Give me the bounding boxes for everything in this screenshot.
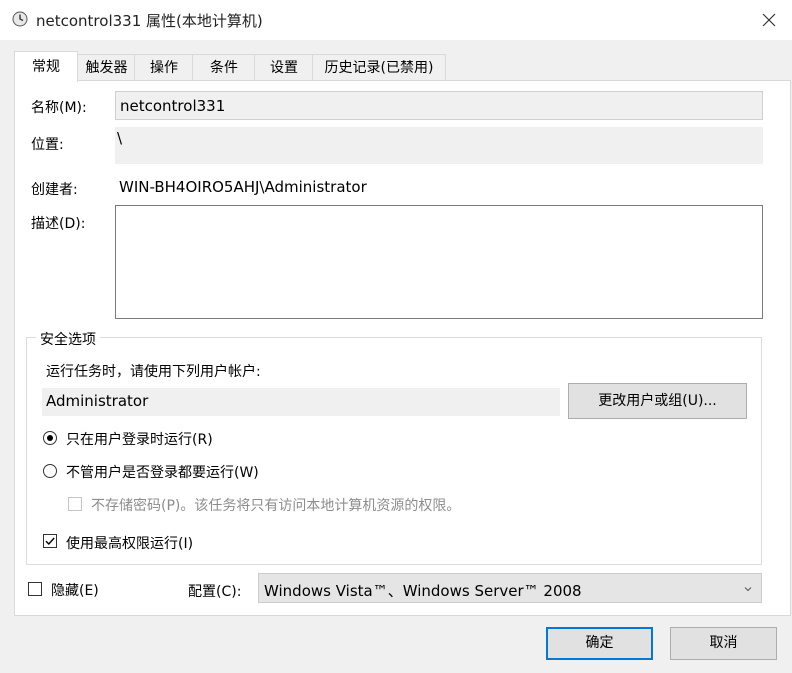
description-label: 描述(D): <box>31 216 86 232</box>
tab-actions[interactable]: 操作 <box>134 54 194 81</box>
cancel-button[interactable]: 取消 <box>670 627 777 660</box>
radio-logged-on-label[interactable]: 只在用户登录时运行(R) <box>66 429 213 449</box>
window-title: netcontrol331 属性(本地计算机) <box>36 12 263 30</box>
name-value: netcontrol331 <box>120 97 226 115</box>
author-value: WIN-BH4OIRO5AHJ\Administrator <box>119 178 367 196</box>
tab-conditions[interactable]: 条件 <box>192 54 256 81</box>
close-button[interactable] <box>746 0 792 40</box>
radio-whether-logged[interactable] <box>43 464 57 478</box>
tab-settings[interactable]: 设置 <box>254 54 314 81</box>
radio-logged-on[interactable] <box>43 431 57 445</box>
tab-general[interactable]: 常规 <box>14 51 78 82</box>
location-label: 位置: <box>31 137 64 153</box>
ok-button[interactable]: 确定 <box>546 627 653 660</box>
no-store-password-label: 不存储密码(P)。该任务将只有访问本地计算机资源的权限。 <box>91 498 461 514</box>
run-as-prompt: 运行任务时，请使用下列用户帐户: <box>46 364 261 380</box>
highest-privileges-checkbox[interactable] <box>43 534 57 548</box>
radio-whether-logged-label[interactable]: 不管用户是否登录都要运行(W) <box>66 462 259 482</box>
close-icon <box>762 13 776 27</box>
change-user-button[interactable]: 更改用户或组(U)... <box>568 383 747 419</box>
hidden-checkbox[interactable] <box>28 582 42 596</box>
author-label: 创建者: <box>31 182 78 198</box>
hidden-label[interactable]: 隐藏(E) <box>51 580 99 600</box>
name-field[interactable]: netcontrol331 <box>115 91 763 120</box>
no-store-password-checkbox[interactable] <box>68 497 82 511</box>
location-value: \ <box>117 129 123 147</box>
user-account-field: Administrator <box>42 388 560 416</box>
radio-selected-dot <box>47 435 53 441</box>
location-field: \ <box>115 127 763 164</box>
tab-triggers[interactable]: 触发器 <box>77 54 136 81</box>
chevron-down-icon <box>744 587 752 592</box>
name-label: 名称(M): <box>31 100 87 116</box>
configure-select[interactable]: Windows Vista™、Windows Server™ 2008 <box>258 573 762 603</box>
configure-label: 配置(C): <box>188 584 242 600</box>
security-options-title: 安全选项 <box>36 329 100 349</box>
clock-icon <box>12 11 28 27</box>
configure-value: Windows Vista™、Windows Server™ 2008 <box>264 582 582 600</box>
tab-history[interactable]: 历史记录(已禁用) <box>312 54 446 81</box>
checkmark-icon <box>45 537 55 546</box>
user-account-value: Administrator <box>46 392 149 410</box>
description-textarea[interactable] <box>115 205 763 319</box>
highest-privileges-label[interactable]: 使用最高权限运行(I) <box>66 533 193 553</box>
